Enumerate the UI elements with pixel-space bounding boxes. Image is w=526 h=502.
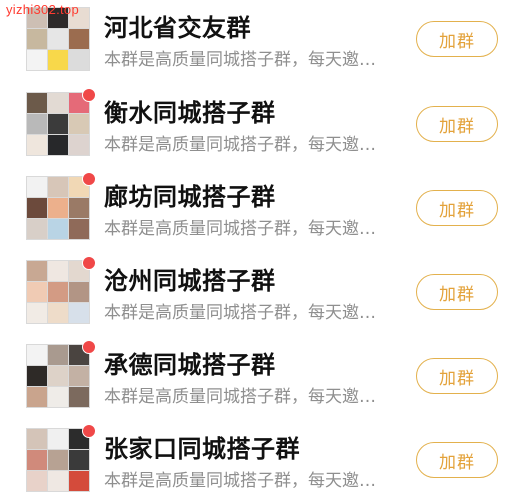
avatar-tile bbox=[69, 50, 89, 70]
group-avatar-collage bbox=[26, 260, 90, 324]
avatar-tile bbox=[27, 114, 47, 134]
avatar-tile bbox=[27, 471, 47, 491]
group-name: 张家口同城搭子群 bbox=[104, 435, 300, 463]
avatar-tile bbox=[27, 282, 47, 302]
avatar-tile bbox=[69, 450, 89, 470]
group-name: 衡水同城搭子群 bbox=[104, 99, 276, 127]
avatar-tile bbox=[48, 282, 68, 302]
avatar-tile bbox=[48, 50, 68, 70]
group-row[interactable]: 衡水同城搭子群 本群是高质量同城搭子群，每天邀… 加群 bbox=[0, 82, 526, 166]
join-group-button[interactable]: 加群 bbox=[416, 442, 498, 478]
avatar-tile bbox=[48, 198, 68, 218]
avatar-tile bbox=[27, 198, 47, 218]
avatar-tile bbox=[48, 93, 68, 113]
avatar-tile bbox=[69, 303, 89, 323]
avatar-tile bbox=[69, 387, 89, 407]
avatar-tile bbox=[69, 471, 89, 491]
avatar-tile bbox=[48, 29, 68, 49]
group-avatar-collage bbox=[26, 428, 90, 492]
unread-dot-icon bbox=[82, 340, 96, 354]
avatar-tile bbox=[27, 177, 47, 197]
group-row[interactable]: 张家口同城搭子群 本群是高质量同城搭子群，每天邀… 加群 bbox=[0, 418, 526, 502]
avatar-tile bbox=[48, 450, 68, 470]
group-avatar-collage bbox=[26, 176, 90, 240]
avatar-tile bbox=[48, 135, 68, 155]
group-name: 廊坊同城搭子群 bbox=[104, 183, 276, 211]
avatar-tile bbox=[48, 303, 68, 323]
avatar-tile bbox=[27, 93, 47, 113]
avatar-tile bbox=[69, 29, 89, 49]
group-row[interactable]: 沧州同城搭子群 本群是高质量同城搭子群，每天邀… 加群 bbox=[0, 250, 526, 334]
avatar-tile bbox=[48, 387, 68, 407]
avatar-tile bbox=[27, 29, 47, 49]
avatar-tile bbox=[27, 135, 47, 155]
avatar-tile bbox=[27, 387, 47, 407]
avatar-tile bbox=[27, 50, 47, 70]
group-description: 本群是高质量同城搭子群，每天邀… bbox=[104, 387, 376, 407]
join-group-button[interactable]: 加群 bbox=[416, 358, 498, 394]
avatar-tile bbox=[69, 114, 89, 134]
avatar-tile bbox=[27, 345, 47, 365]
join-group-button[interactable]: 加群 bbox=[416, 190, 498, 226]
join-group-button[interactable]: 加群 bbox=[416, 106, 498, 142]
group-avatar-collage bbox=[26, 344, 90, 408]
join-group-button[interactable]: 加群 bbox=[416, 274, 498, 310]
avatar-tile bbox=[48, 177, 68, 197]
watermark-text: yizhi302.top bbox=[6, 2, 79, 17]
avatar-tile bbox=[69, 135, 89, 155]
group-name: 河北省交友群 bbox=[104, 14, 251, 42]
avatar-tile bbox=[48, 471, 68, 491]
group-row[interactable]: 廊坊同城搭子群 本群是高质量同城搭子群，每天邀… 加群 bbox=[0, 166, 526, 250]
avatar-tile bbox=[27, 261, 47, 281]
avatar-tile bbox=[69, 366, 89, 386]
avatar-tile bbox=[48, 261, 68, 281]
group-description: 本群是高质量同城搭子群，每天邀… bbox=[104, 303, 376, 323]
avatar-tile bbox=[69, 219, 89, 239]
unread-dot-icon bbox=[82, 88, 96, 102]
avatar-tile bbox=[48, 114, 68, 134]
avatar-tile bbox=[48, 429, 68, 449]
join-group-button[interactable]: 加群 bbox=[416, 21, 498, 57]
avatar-tile bbox=[27, 366, 47, 386]
avatar-tile bbox=[48, 345, 68, 365]
avatar-tile bbox=[69, 198, 89, 218]
group-description: 本群是高质量同城搭子群，每天邀… bbox=[104, 135, 376, 155]
group-description: 本群是高质量同城搭子群，每天邀… bbox=[104, 219, 376, 239]
group-name: 沧州同城搭子群 bbox=[104, 267, 276, 295]
unread-dot-icon bbox=[82, 256, 96, 270]
avatar-tile bbox=[27, 450, 47, 470]
avatar-tile bbox=[48, 366, 68, 386]
group-row[interactable]: 承德同城搭子群 本群是高质量同城搭子群，每天邀… 加群 bbox=[0, 334, 526, 418]
avatar-tile bbox=[48, 219, 68, 239]
unread-dot-icon bbox=[82, 424, 96, 438]
avatar-tile bbox=[69, 282, 89, 302]
avatar-tile bbox=[27, 303, 47, 323]
group-avatar-collage bbox=[26, 92, 90, 156]
group-name: 承德同城搭子群 bbox=[104, 351, 276, 379]
group-description: 本群是高质量同城搭子群，每天邀… bbox=[104, 50, 376, 70]
avatar-tile bbox=[27, 429, 47, 449]
avatar-tile bbox=[27, 219, 47, 239]
group-description: 本群是高质量同城搭子群，每天邀… bbox=[104, 471, 376, 491]
unread-dot-icon bbox=[82, 172, 96, 186]
